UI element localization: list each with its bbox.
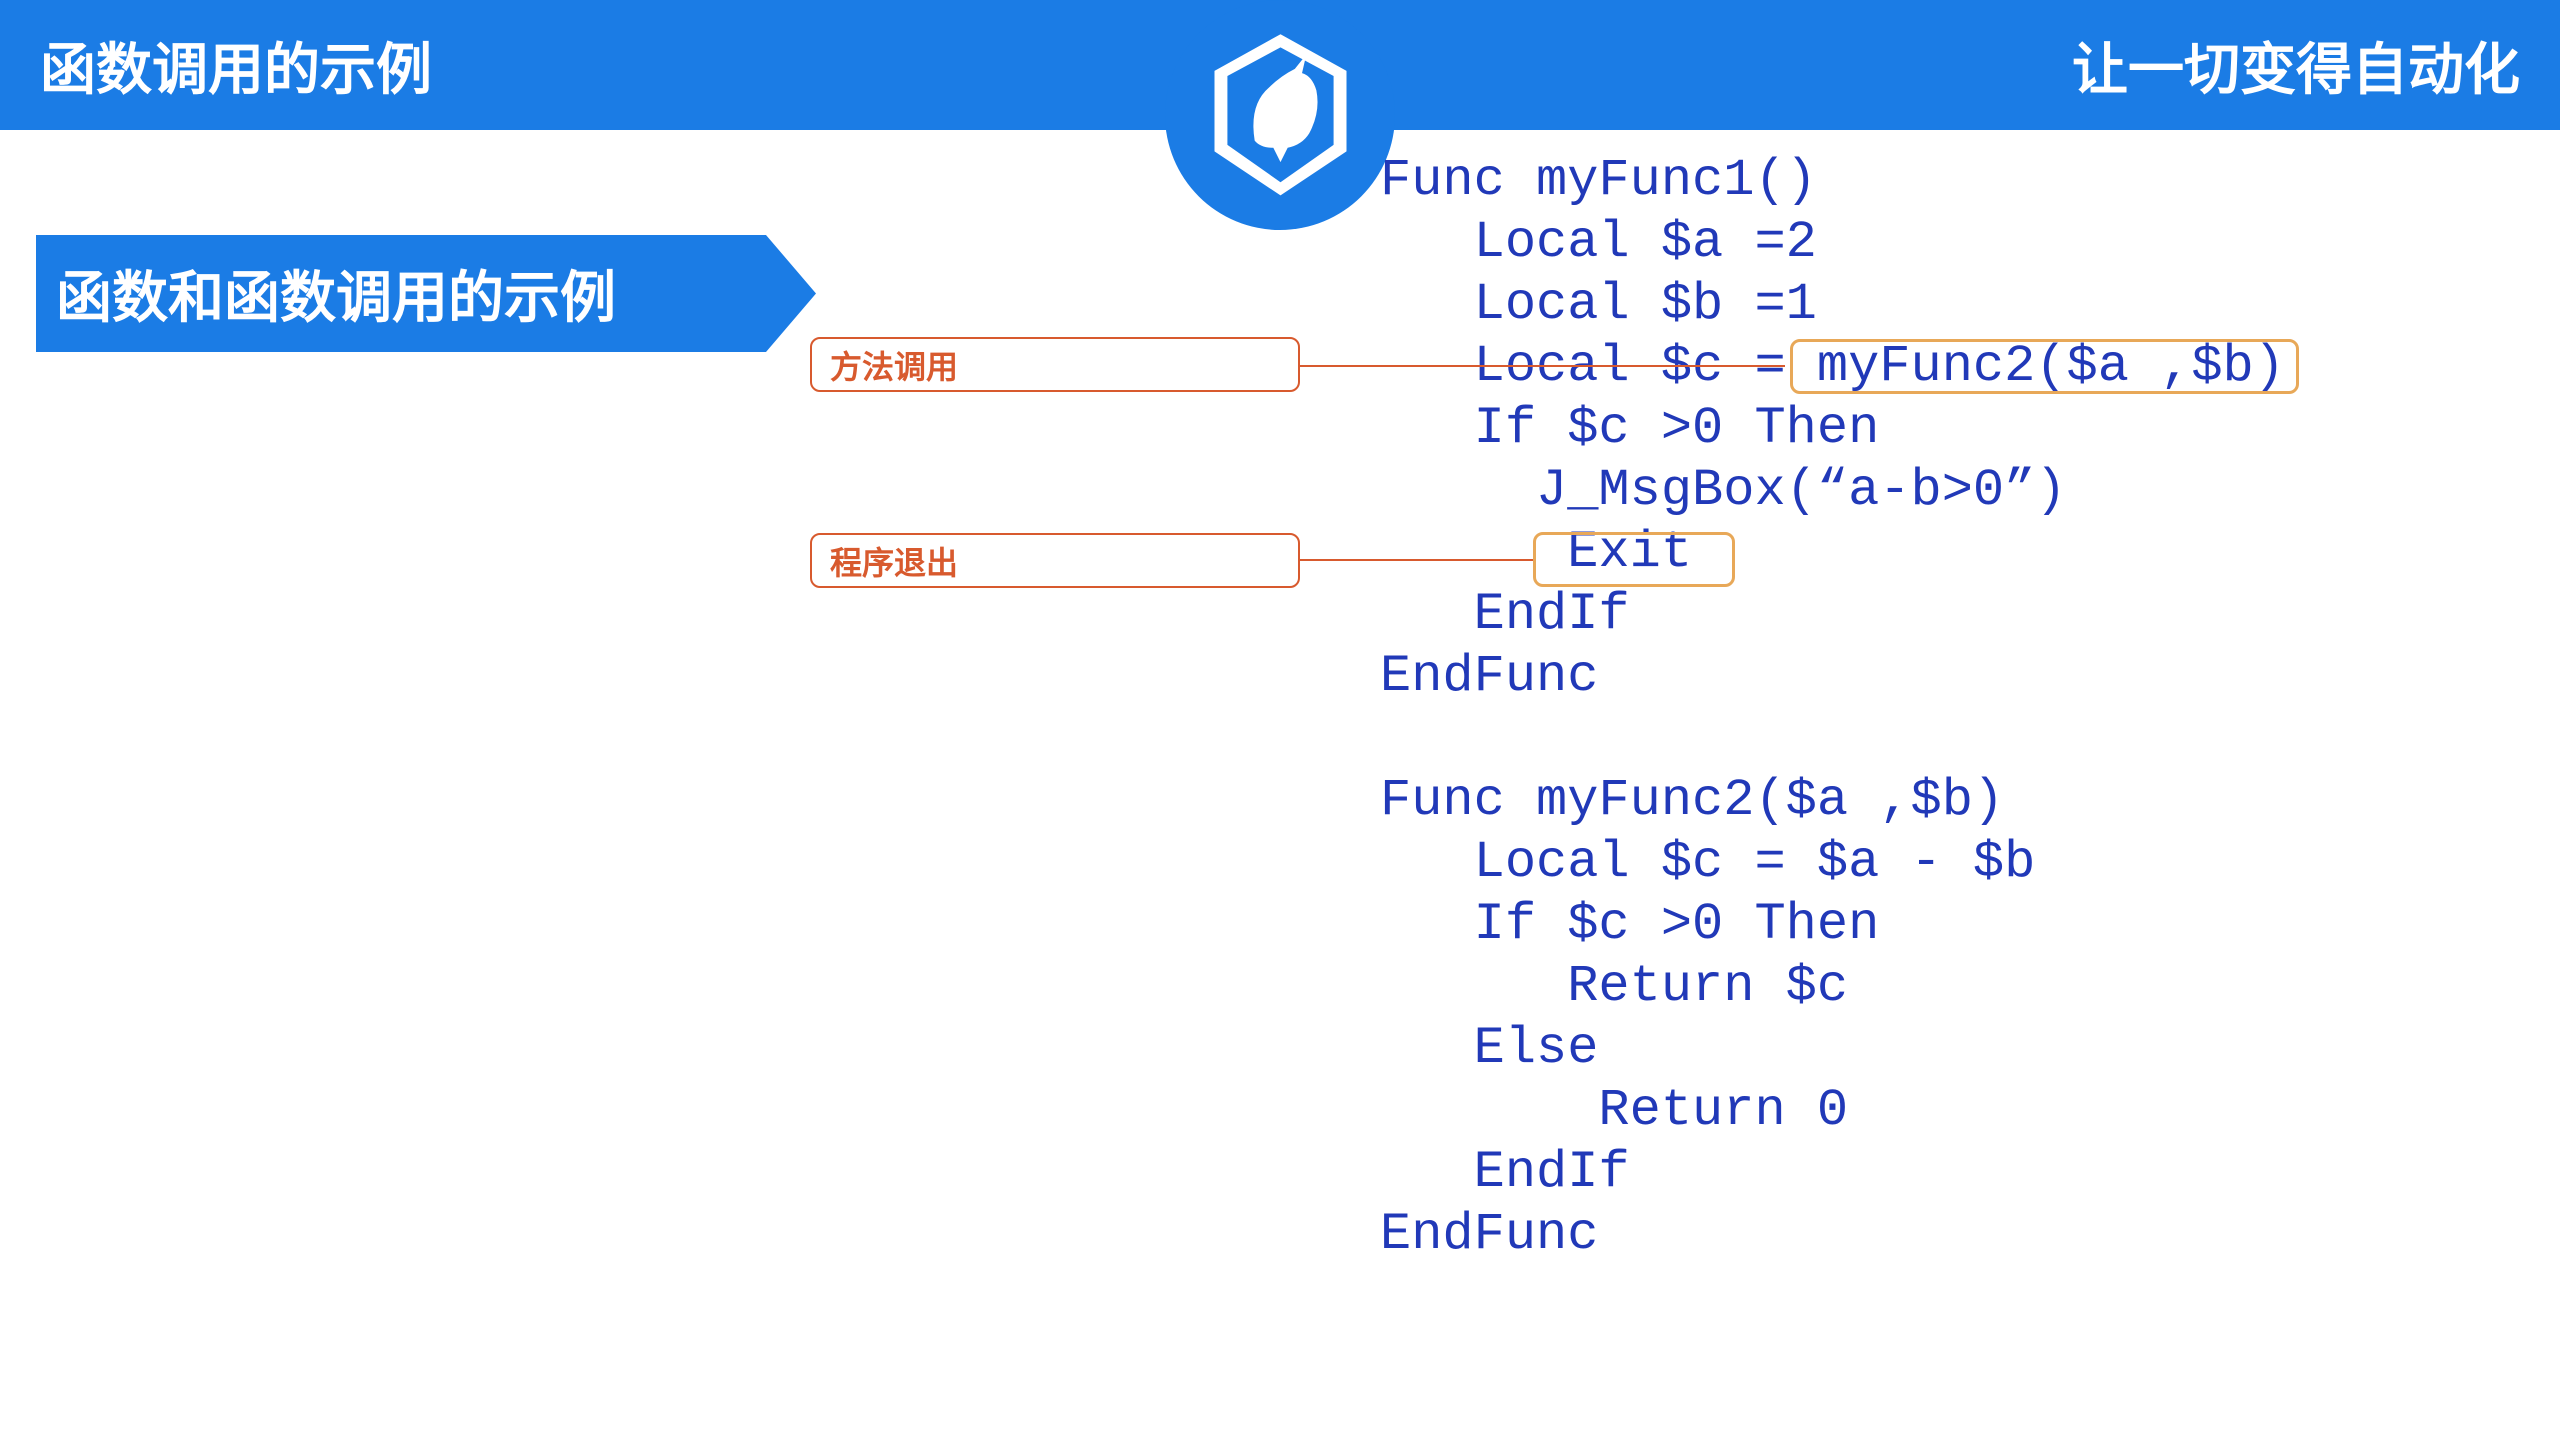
connector-line-2 — [1300, 559, 1533, 561]
connector-line-1 — [1300, 365, 1785, 367]
logo-circle — [1165, 0, 1395, 230]
annotation-program-exit: 程序退出 — [810, 533, 1300, 588]
annotation-method-call-label: 方法调用 — [830, 342, 958, 388]
annotation-method-call: 方法调用 — [810, 337, 1300, 392]
annotation-program-exit-label: 程序退出 — [830, 538, 958, 584]
highlight-method-call — [1790, 339, 2299, 394]
highlight-exit — [1533, 532, 1735, 587]
code-block: Func myFunc1() Local $a =2 Local $b =1 L… — [1380, 150, 2285, 1266]
header-right-slogan: 让一切变得自动化 — [2072, 25, 2520, 106]
section-title: 函数和函数调用的示例 — [36, 235, 816, 352]
header-left-title: 函数调用的示例 — [40, 25, 432, 106]
unicorn-logo-icon — [1208, 33, 1353, 198]
